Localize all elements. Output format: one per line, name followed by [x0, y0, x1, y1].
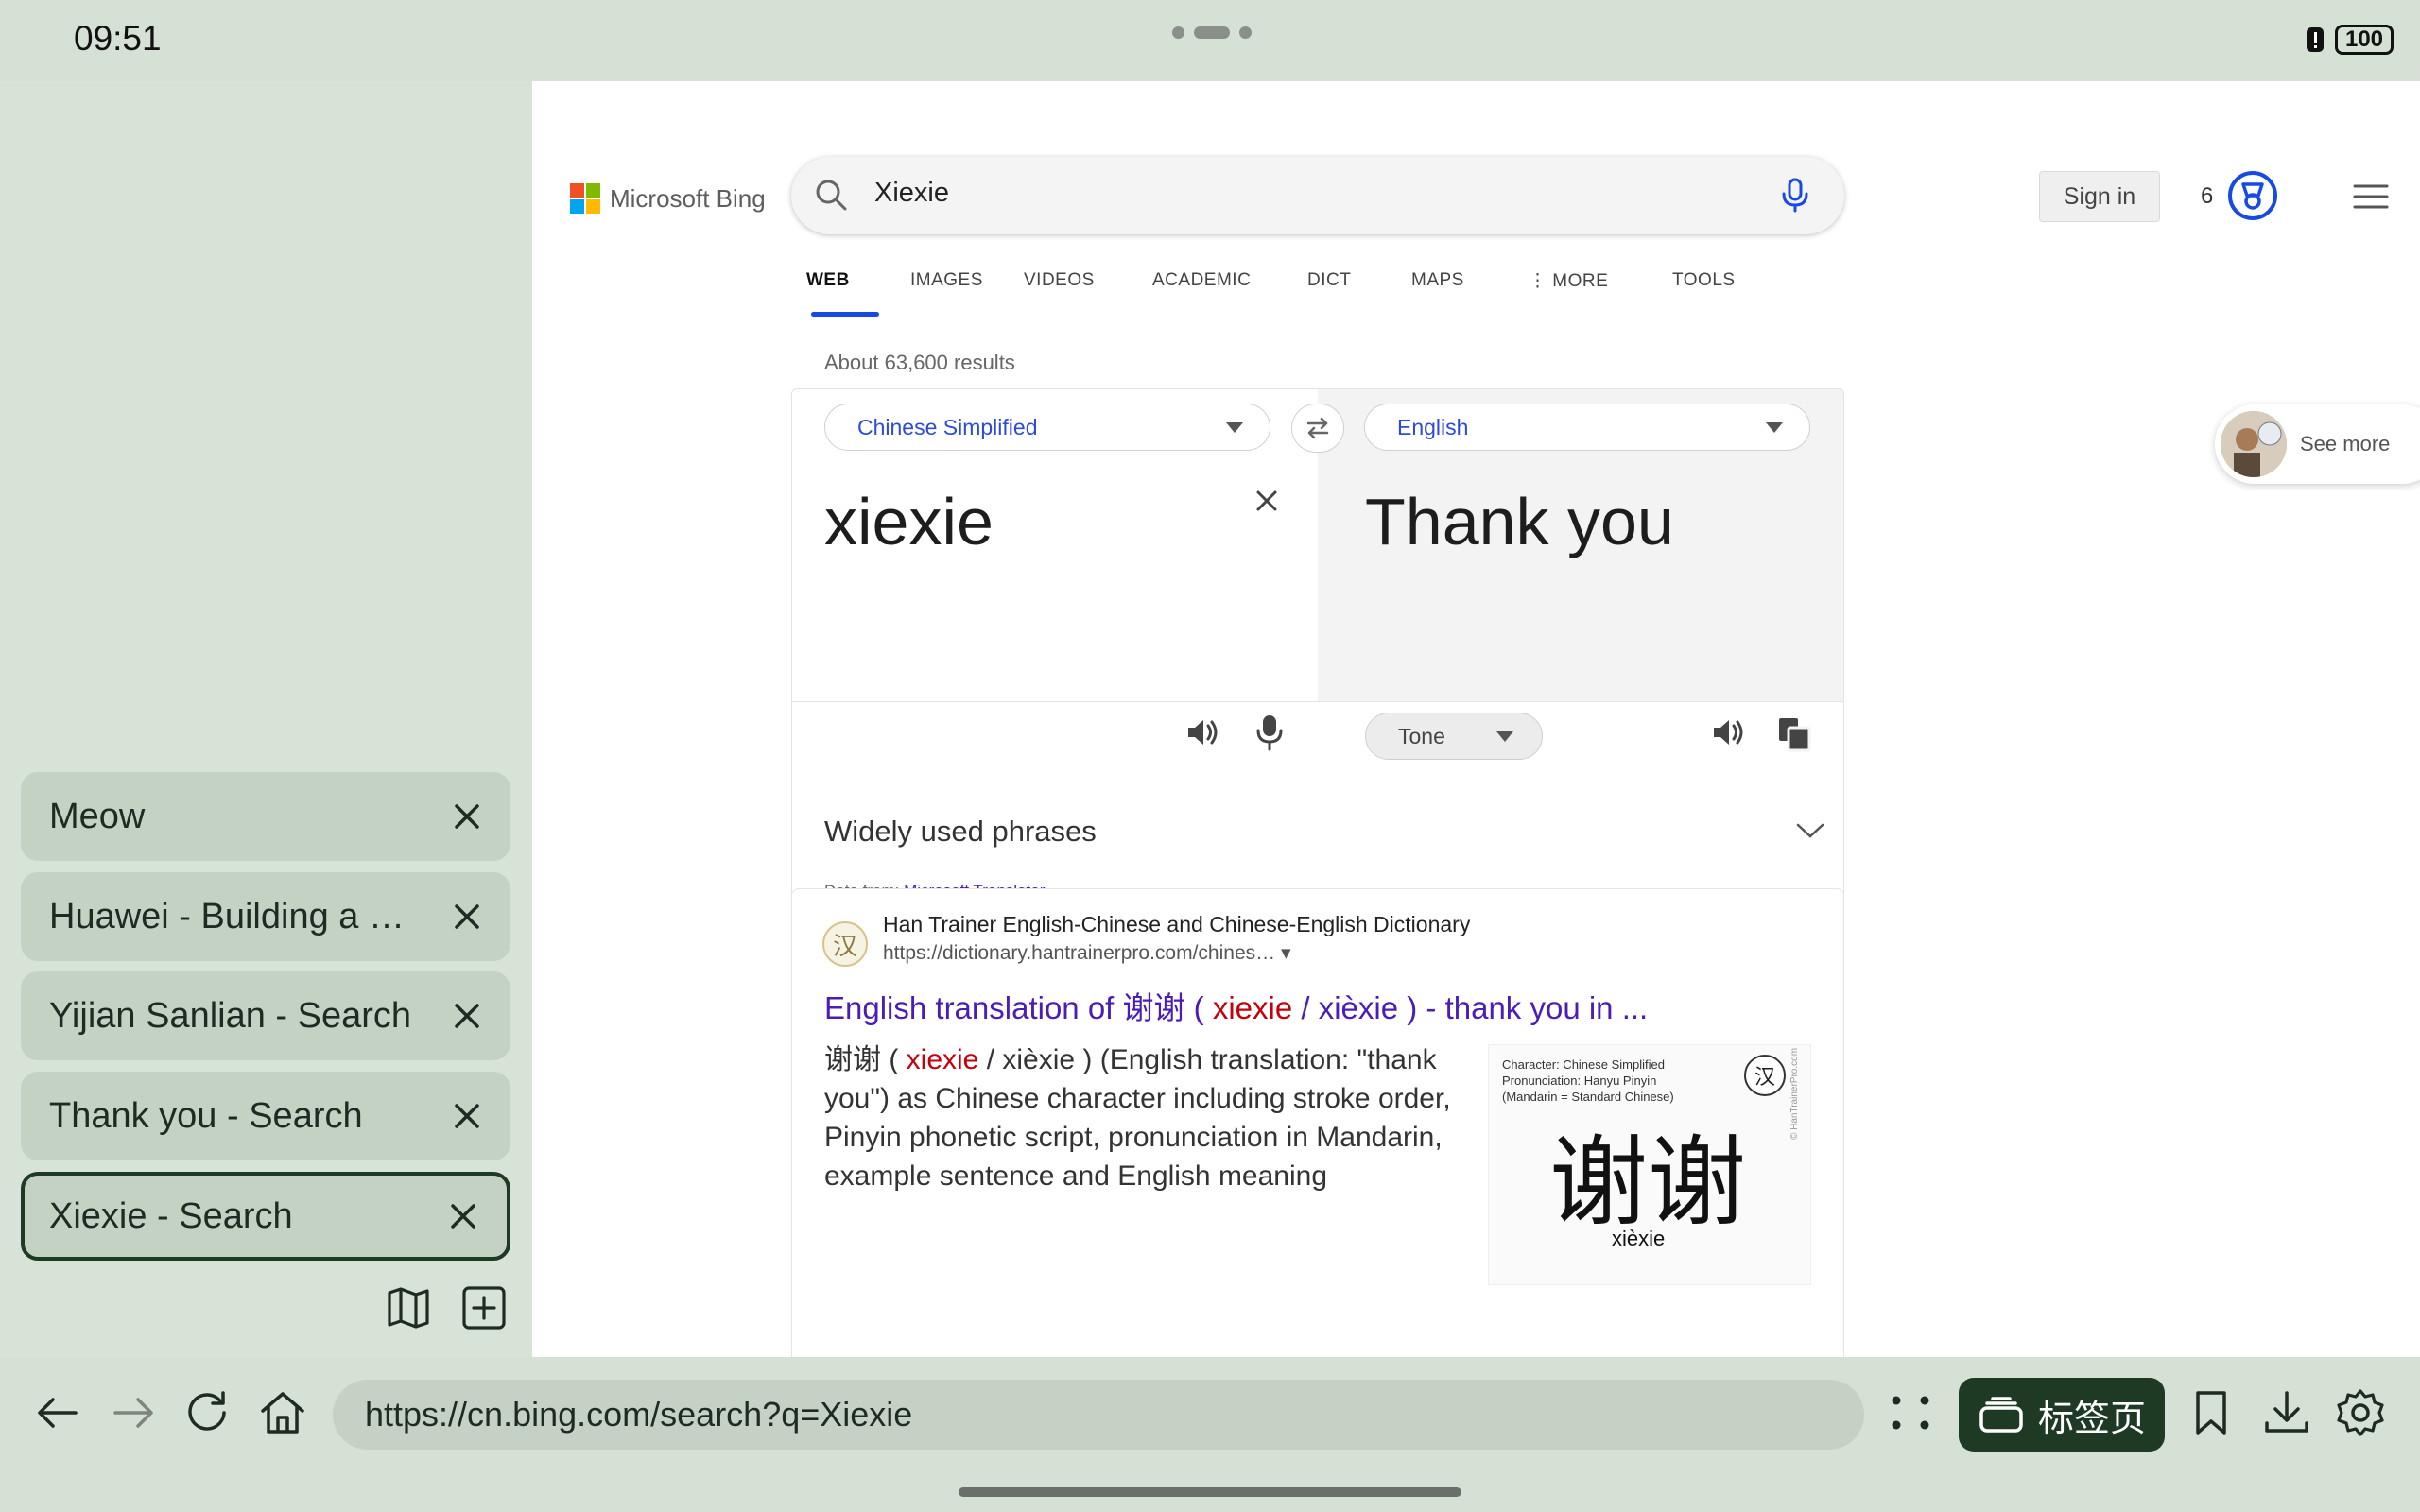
tab-label: Yijian Sanlian - Search: [49, 995, 412, 1036]
tab-label: Huawei - Building a …: [49, 896, 405, 936]
tab-tools[interactable]: TOOLS: [1672, 270, 1736, 291]
speaker-icon[interactable]: [1184, 713, 1223, 752]
tab-huawei[interactable]: Huawei - Building a …: [21, 872, 510, 961]
avatar: [2221, 411, 2287, 477]
status-time: 09:51: [74, 19, 162, 58]
scan-icon[interactable]: [1883, 1385, 1938, 1440]
tabs-icon: [1979, 1397, 2023, 1433]
tab-sidebar: Meow Huawei - Building a … Yijian Sanlia…: [0, 81, 532, 1357]
search-result-card: 汉 Han Trainer English-Chinese and Chines…: [791, 888, 1844, 1357]
source-text-input[interactable]: xiexie: [824, 484, 994, 559]
swap-icon: [1306, 417, 1329, 439]
forward-icon[interactable]: [106, 1385, 161, 1440]
microsoft-logo-icon: [570, 183, 600, 214]
bing-logo[interactable]: Microsoft Bing: [570, 183, 766, 214]
search-box[interactable]: Xiexie: [791, 157, 1844, 234]
search-icon[interactable]: [812, 176, 850, 214]
tab-yijian-sanlian[interactable]: Yijian Sanlian - Search: [21, 971, 510, 1060]
tab-xiexie[interactable]: Xiexie - Search: [21, 1172, 510, 1261]
download-icon[interactable]: [2259, 1385, 2314, 1440]
thumbnail-caption: Character: Chinese Simplified Pronunciat…: [1502, 1057, 1674, 1104]
speaker-icon[interactable]: [1709, 713, 1749, 752]
tab-web[interactable]: WEB: [806, 270, 850, 291]
tab-label: Meow: [49, 796, 146, 836]
rewards-points: 6: [2201, 183, 2214, 209]
settings-icon[interactable]: [2333, 1385, 2388, 1440]
rewards-icon[interactable]: [2227, 170, 2278, 221]
tone-select[interactable]: Tone: [1365, 713, 1543, 760]
close-icon[interactable]: [448, 997, 486, 1035]
tab-label: Thank you - Search: [49, 1095, 363, 1136]
close-icon[interactable]: [448, 1097, 486, 1135]
dropdown-caret-icon: [1766, 422, 1783, 433]
site-favicon-icon: 汉: [822, 921, 868, 967]
result-title-link[interactable]: English translation of 谢谢 ( xiexie / xiè…: [824, 983, 1648, 1028]
status-bar: 09:51 100: [0, 0, 2420, 81]
tab-dict[interactable]: DICT: [1307, 270, 1351, 291]
tab-more[interactable]: ⋮ MORE: [1529, 270, 1608, 292]
add-tab-icon[interactable]: [459, 1283, 509, 1332]
result-url[interactable]: https://dictionary.hantrainerpro.com/chi…: [883, 941, 1291, 965]
thumbnail-watermark: © HanTrainerPro.com: [1789, 1047, 1800, 1140]
tab-academic[interactable]: ACADEMIC: [1152, 270, 1251, 291]
clear-text-icon[interactable]: [1250, 484, 1284, 518]
close-icon[interactable]: [448, 898, 486, 936]
home-indicator[interactable]: [959, 1487, 1461, 1497]
url-bar[interactable]: https://cn.bing.com/search?q=Xiexie: [333, 1380, 1864, 1450]
notification-icon: [2307, 27, 2324, 52]
home-icon[interactable]: [255, 1385, 310, 1440]
window-handle[interactable]: [1172, 26, 1252, 39]
reload-icon[interactable]: [180, 1385, 234, 1440]
tab-maps[interactable]: MAPS: [1411, 270, 1464, 291]
status-icons: 100: [2305, 25, 2394, 55]
search-input[interactable]: Xiexie: [874, 178, 949, 209]
tab-videos[interactable]: VIDEOS: [1024, 270, 1095, 291]
tab-meow[interactable]: Meow: [21, 772, 510, 861]
swap-languages-button[interactable]: [1291, 404, 1344, 453]
dropdown-caret-icon: [1496, 731, 1513, 742]
tab-thank-you[interactable]: Thank you - Search: [21, 1072, 510, 1160]
microphone-icon[interactable]: [1776, 176, 1814, 214]
map-icon[interactable]: [384, 1283, 433, 1332]
chevron-down-icon[interactable]: [1794, 819, 1826, 842]
target-language-select[interactable]: English: [1364, 404, 1810, 451]
close-icon[interactable]: [444, 1197, 482, 1235]
result-thumbnail[interactable]: Character: Chinese Simplified Pronunciat…: [1488, 1044, 1811, 1285]
result-snippet: 谢谢 ( xiexie / xièxie ) (English translat…: [824, 1044, 1451, 1192]
translated-text: Thank you: [1365, 485, 1674, 558]
widely-used-phrases[interactable]: Widely used phrases: [824, 815, 1097, 849]
thumbnail-pinyin: xièxie: [1612, 1227, 1666, 1250]
results-count: About 63,600 results: [824, 351, 1015, 374]
battery-indicator: 100: [2335, 25, 2394, 55]
thumbnail-characters: 谢谢: [1549, 1125, 1747, 1240]
tab-label: Xiexie - Search: [49, 1195, 293, 1236]
tabs-button[interactable]: 标签页: [1959, 1378, 2165, 1452]
result-site-name[interactable]: Han Trainer English-Chinese and Chinese-…: [883, 912, 1470, 937]
back-icon[interactable]: [30, 1385, 85, 1440]
thumbnail-badge: 汉: [1744, 1055, 1786, 1096]
hamburger-menu-icon[interactable]: [2352, 181, 2390, 212]
close-icon[interactable]: [448, 798, 486, 835]
sign-in-button[interactable]: Sign in: [2039, 171, 2160, 222]
web-content: Microsoft Bing Xiexie Sign in 6 WEB IMAG…: [532, 81, 2420, 1357]
browser-toolbar: https://cn.bing.com/search?q=Xiexie 标签页: [0, 1357, 2420, 1512]
tab-images[interactable]: IMAGES: [910, 270, 983, 291]
dropdown-caret-icon: [1226, 422, 1243, 433]
translator-card: Chinese Simplified English xiexie Thank …: [791, 388, 1844, 938]
source-language-select[interactable]: Chinese Simplified: [824, 404, 1270, 451]
see-more-button[interactable]: See more: [2215, 404, 2420, 484]
copy-icon[interactable]: [1775, 714, 1813, 752]
microphone-icon[interactable]: [1253, 713, 1287, 752]
divider: [792, 701, 1843, 702]
active-tab-indicator: [811, 312, 879, 317]
bookmark-icon[interactable]: [2184, 1385, 2238, 1440]
